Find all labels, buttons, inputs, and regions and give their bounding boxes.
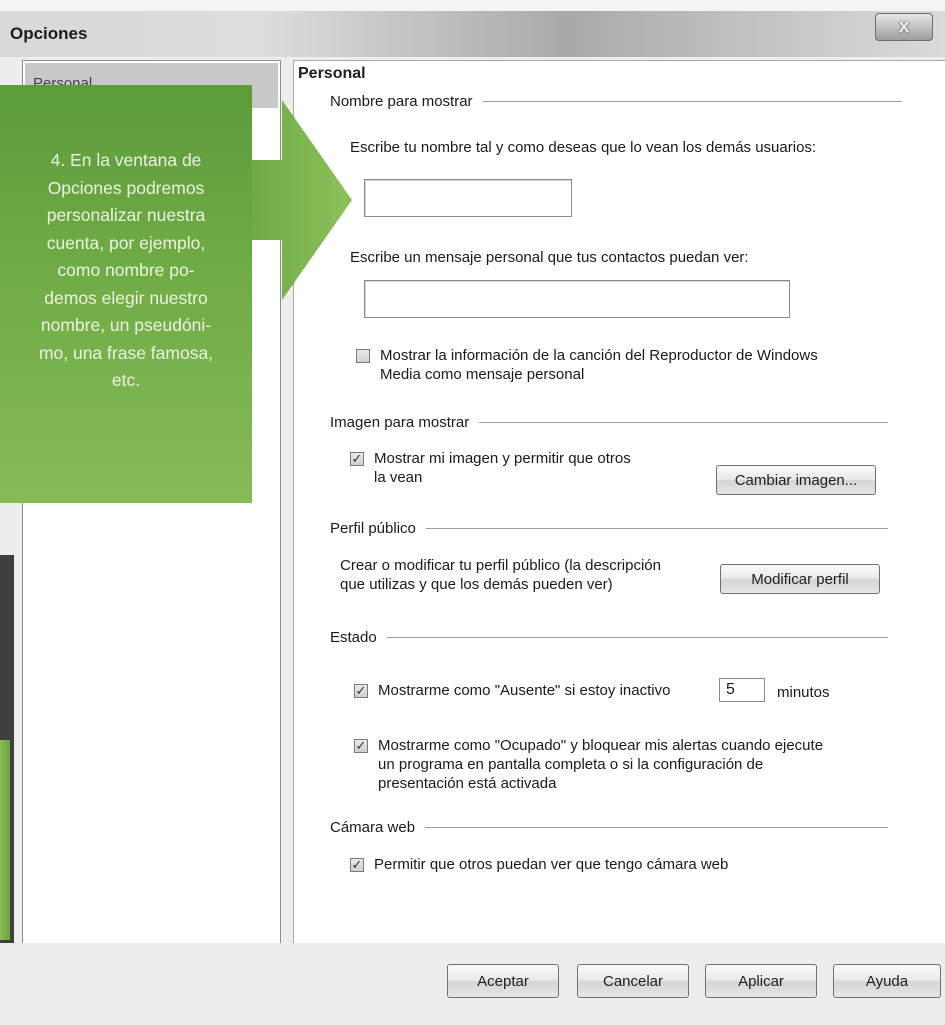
name-prompt: Escribe tu nombre tal y como deseas que … bbox=[350, 139, 817, 156]
show-picture-label-line1: Mostrar mi imagen y permitir que otros bbox=[374, 450, 631, 467]
group-public-profile: Perfil público bbox=[330, 520, 888, 537]
webcam-checkbox[interactable]: ✓ bbox=[350, 858, 364, 872]
window-title: Opciones bbox=[10, 24, 88, 43]
display-name-input[interactable] bbox=[364, 179, 572, 217]
public-profile-description: Crear o modificar tu perfil público (la … bbox=[340, 556, 661, 594]
personal-message-input[interactable] bbox=[364, 280, 790, 318]
away-checkbox[interactable]: ✓ bbox=[354, 684, 368, 698]
callout-arrow-icon bbox=[252, 100, 352, 300]
divider bbox=[479, 422, 888, 423]
busy-label: Mostrarme como "Ocupado" y bloquear mis … bbox=[378, 736, 823, 793]
check-mark-icon: ✓ bbox=[351, 857, 363, 872]
media-info-label-line2: Media como mensaje personal bbox=[380, 366, 585, 383]
message-prompt: Escribe un mensaje personal que tus cont… bbox=[350, 249, 749, 266]
ok-button[interactable]: Aceptar bbox=[447, 964, 559, 998]
group-status: Estado bbox=[330, 629, 888, 646]
close-button[interactable]: X bbox=[875, 13, 933, 41]
divider bbox=[386, 637, 888, 638]
busy-checkbox[interactable]: ✓ bbox=[354, 739, 368, 753]
divider bbox=[425, 528, 888, 529]
check-mark-icon: ✓ bbox=[355, 738, 367, 753]
minutes-label: minutos bbox=[777, 684, 830, 701]
public-profile-description-line1: Crear o modificar tu perfil público (la … bbox=[340, 557, 661, 574]
group-webcam: Cámara web bbox=[330, 819, 888, 836]
tutorial-callout: 4. En la ventana de Opciones podremos pe… bbox=[0, 85, 252, 503]
content-panel: Personal Nombre para mostrar Escribe tu … bbox=[293, 60, 945, 945]
cancel-button[interactable]: Cancelar bbox=[577, 964, 689, 998]
help-button[interactable]: Ayuda bbox=[833, 964, 941, 998]
group-webcam-label: Cámara web bbox=[330, 819, 416, 836]
callout-text: 4. En la ventana de Opciones podremos pe… bbox=[38, 150, 214, 390]
divider bbox=[425, 827, 888, 828]
edit-profile-button[interactable]: Modificar perfil bbox=[720, 564, 880, 594]
busy-label-line3: presentación está activada bbox=[378, 775, 557, 792]
media-info-checkbox[interactable] bbox=[356, 349, 370, 363]
check-mark-icon: ✓ bbox=[355, 683, 367, 698]
green-accent-strip bbox=[0, 740, 10, 940]
webcam-label: Permitir que otros puedan ver que tengo … bbox=[374, 856, 729, 873]
apply-button[interactable]: Aplicar bbox=[705, 964, 817, 998]
show-picture-checkbox[interactable]: ✓ bbox=[350, 452, 364, 466]
group-display-name: Nombre para mostrar bbox=[330, 93, 902, 110]
group-display-picture-label: Imagen para mostrar bbox=[330, 414, 470, 431]
media-info-label: Mostrar la información de la canción del… bbox=[380, 346, 818, 384]
title-bar: Opciones X bbox=[0, 10, 945, 57]
show-picture-label: Mostrar mi imagen y permitir que otros l… bbox=[374, 449, 631, 487]
change-picture-button[interactable]: Cambiar imagen... bbox=[716, 465, 876, 495]
divider bbox=[482, 101, 902, 102]
section-title: Personal bbox=[298, 65, 366, 82]
group-display-picture: Imagen para mostrar bbox=[330, 414, 888, 431]
busy-label-line2: un programa en pantalla completa o si la… bbox=[378, 756, 764, 773]
page-background bbox=[0, 0, 945, 10]
show-picture-label-line2: la vean bbox=[374, 469, 423, 486]
group-public-profile-label: Perfil público bbox=[330, 520, 416, 537]
media-info-label-line1: Mostrar la información de la canción del… bbox=[380, 347, 818, 364]
dialog-footer: Aceptar Cancelar Aplicar Ayuda bbox=[0, 943, 945, 1025]
busy-label-line1: Mostrarme como "Ocupado" y bloquear mis … bbox=[378, 737, 824, 754]
away-minutes-input[interactable]: 5 bbox=[719, 678, 765, 702]
public-profile-description-line2: que utilizas y que los demás pueden ver) bbox=[340, 576, 613, 593]
check-mark-icon: ✓ bbox=[351, 451, 363, 466]
group-status-label: Estado bbox=[330, 629, 377, 646]
away-label: Mostrarme como "Ausente" si estoy inacti… bbox=[378, 682, 671, 699]
